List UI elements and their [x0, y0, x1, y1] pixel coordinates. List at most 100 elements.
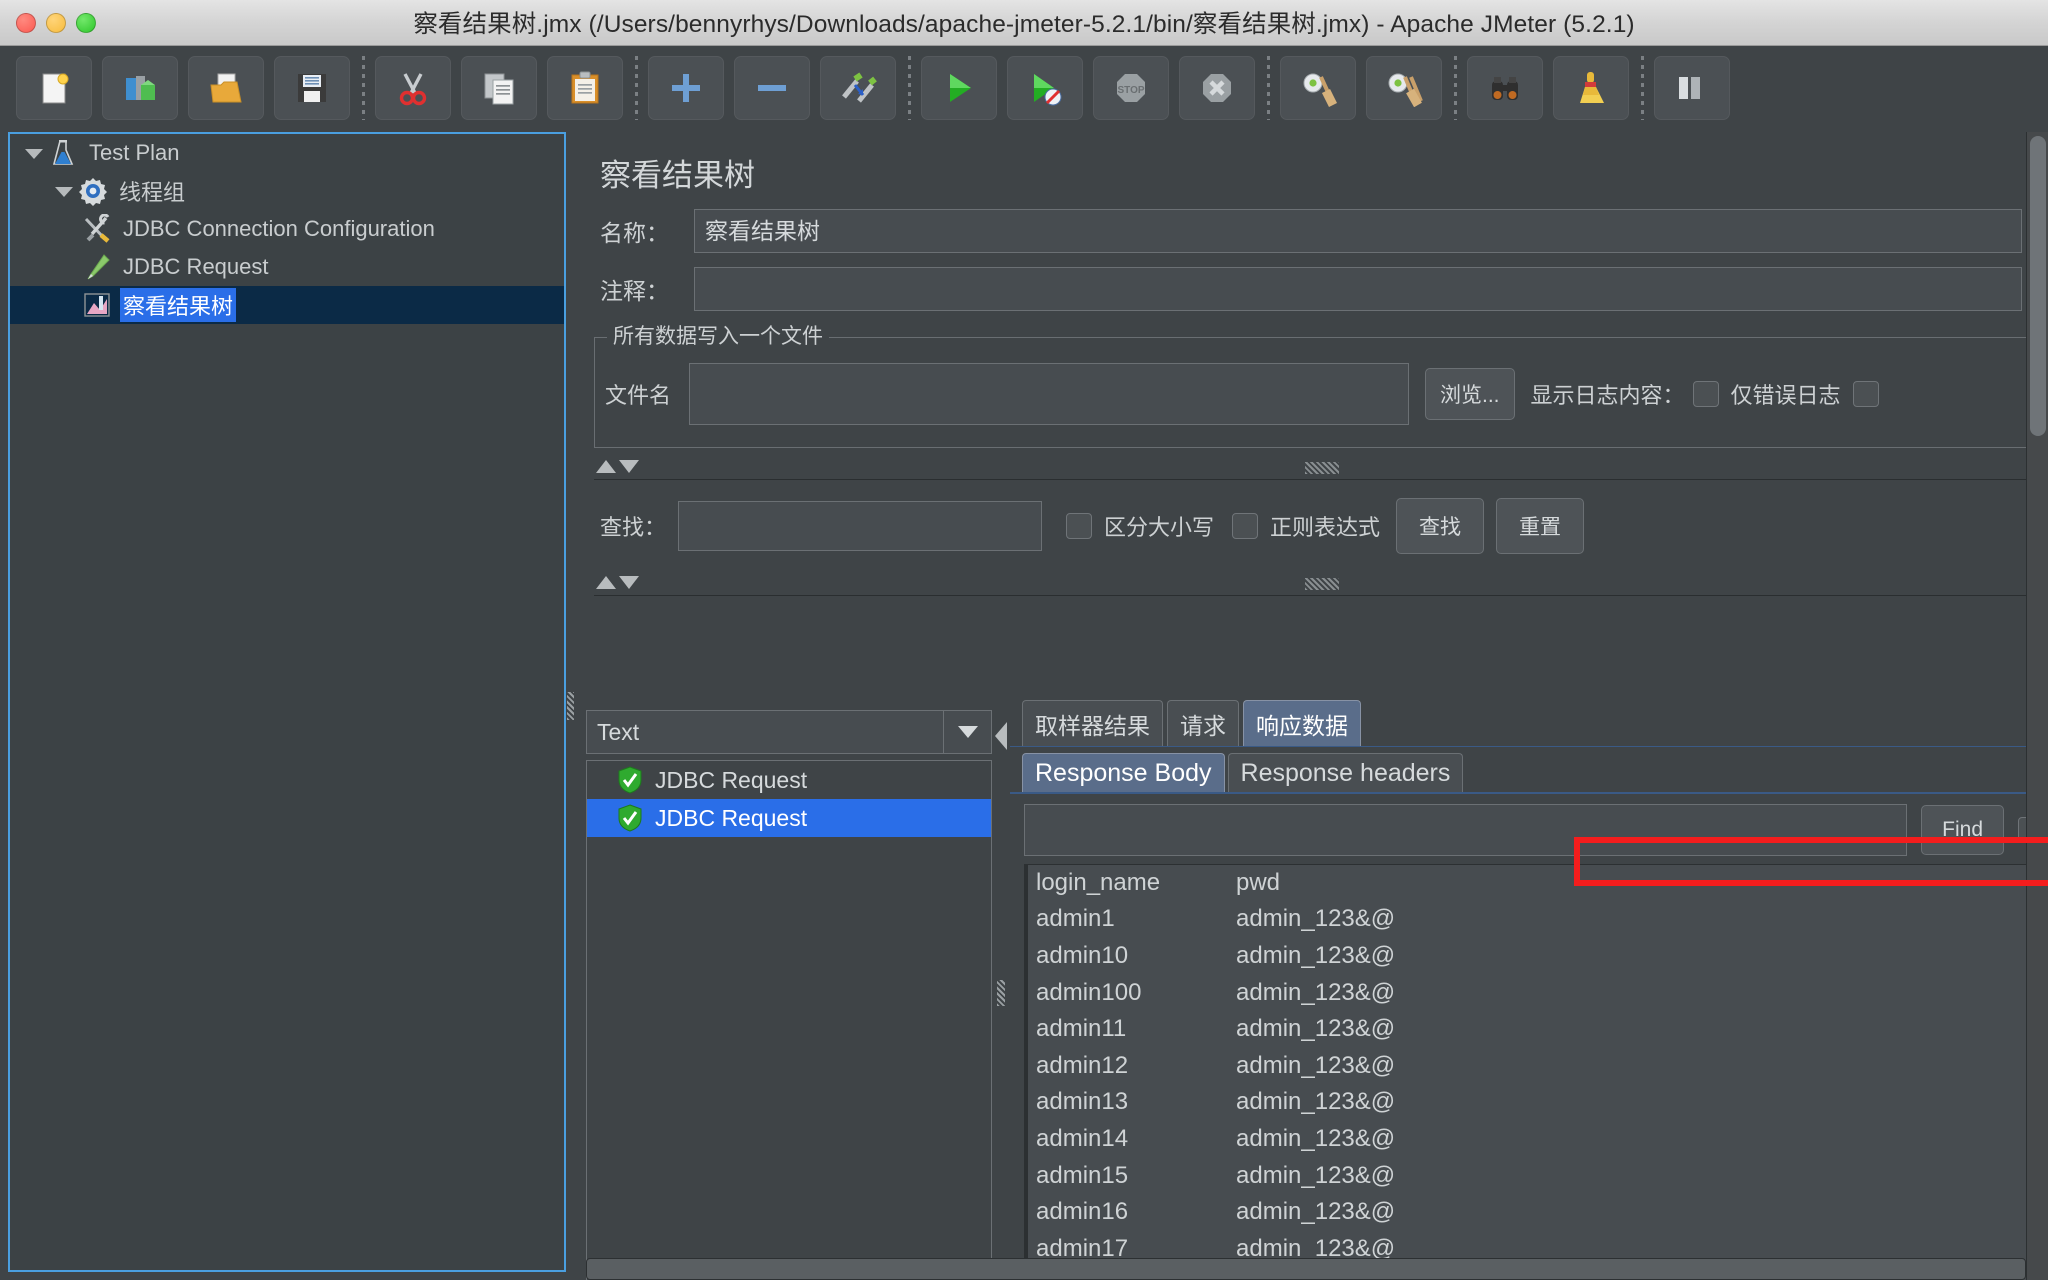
clear-all-icon [1388, 73, 1423, 107]
toggle-button[interactable] [820, 55, 896, 120]
response-find-input[interactable] [1024, 803, 1908, 856]
errors-only-checkbox[interactable] [1852, 381, 1879, 407]
cut-button[interactable] [375, 55, 451, 120]
tab-sampler-result[interactable]: 取样器结果 [1022, 700, 1163, 746]
search-button[interactable] [1467, 55, 1543, 120]
shutdown-button[interactable] [1179, 55, 1255, 120]
maximize-window-button[interactable] [76, 13, 96, 33]
response-horizontal-scrollbar[interactable] [586, 1258, 2026, 1280]
browse-button[interactable]: 浏览... [1425, 368, 1515, 420]
templates-button[interactable] [102, 55, 178, 120]
cell-pwd: admin_123&@ [1236, 1051, 1396, 1079]
case-sensitive-checkbox[interactable] [1066, 513, 1092, 539]
cell-login-name: admin10 [1036, 942, 1129, 970]
svg-text:STOP: STOP [1117, 85, 1144, 96]
paste-button[interactable] [547, 55, 623, 120]
split-collapse-arrows[interactable] [596, 576, 639, 589]
new-button[interactable] [16, 55, 92, 120]
tree-node-test-plan[interactable]: Test Plan [10, 134, 564, 172]
tree-node-thread-group[interactable]: 线程组 [10, 172, 564, 210]
test-plan-tree[interactable]: Test Plan 线程组 JDBC Connection Configurat… [8, 132, 566, 1272]
start-no-pauses-button[interactable] [1007, 55, 1083, 120]
tree-node-jdbc-request[interactable]: JDBC Request [10, 248, 564, 286]
collapse-up-arrow[interactable] [596, 460, 616, 473]
function-helper-button[interactable] [1654, 55, 1730, 120]
sampler-result-list[interactable]: JDBC Request JDBC Request [586, 760, 992, 1280]
minimize-window-button[interactable] [46, 13, 66, 33]
comment-input[interactable] [694, 267, 2022, 311]
response-body-header-row: login_name pwd [1028, 865, 2047, 902]
name-field-row: 名称： 察看结果树 [600, 209, 2048, 253]
copy-button[interactable] [461, 55, 537, 120]
group-legend: 所有数据写入一个文件 [607, 320, 829, 350]
save-icon [298, 73, 326, 102]
scrollbar-thumb[interactable] [2030, 136, 2046, 436]
name-input[interactable]: 察看结果树 [694, 209, 2022, 253]
tree-node-label: JDBC Request [123, 254, 269, 279]
clear-button[interactable] [1280, 55, 1356, 120]
subtab-response-body[interactable]: Response Body [1022, 753, 1225, 793]
panel-vertical-scrollbar[interactable] [2026, 132, 2048, 1280]
play-no-pauses-icon [1034, 73, 1062, 105]
search-reset-button[interactable]: 重置 [1496, 498, 1585, 554]
reset-search-button[interactable] [1553, 55, 1629, 120]
response-find-button[interactable]: Find [1921, 804, 2004, 855]
toolbar-separator [908, 55, 911, 120]
regex-checkbox[interactable] [1232, 513, 1259, 539]
cell-pwd: admin_123&@ [1236, 905, 1396, 933]
collapse-all-button[interactable] [734, 55, 810, 120]
collapse-up-arrow[interactable] [596, 576, 616, 589]
toolbar-separator [1641, 55, 1644, 120]
filename-input[interactable] [689, 363, 1409, 425]
clear-icon [1303, 73, 1337, 107]
response-subtabs[interactable]: Response Body Response headers [1010, 753, 2048, 793]
chevron-down-icon[interactable] [52, 180, 74, 202]
results-split-divider[interactable] [992, 704, 1010, 1280]
subtab-response-headers[interactable]: Response headers [1227, 753, 1464, 793]
comment-label: 注释： [600, 278, 669, 304]
list-item[interactable]: JDBC Request [587, 761, 991, 799]
search-row: 查找： 区分大小写 正则表达式 查找 重置 [600, 498, 2048, 554]
split-bar-lower[interactable] [594, 574, 2048, 596]
split-grip[interactable] [997, 980, 1005, 1006]
split-grip[interactable] [1305, 462, 1339, 474]
save-button[interactable] [274, 55, 350, 120]
tab-response-data[interactable]: 响应数据 [1243, 700, 1361, 746]
split-grip[interactable] [1305, 578, 1339, 590]
start-button[interactable] [921, 55, 997, 120]
result-tabs[interactable]: 取样器结果 请求 响应数据 [1010, 700, 2048, 746]
broom-icon [1580, 71, 1604, 103]
close-window-button[interactable] [16, 13, 36, 33]
collapse-down-arrow[interactable] [619, 576, 639, 589]
search-label: 查找： [600, 515, 667, 540]
listener-icon [84, 293, 110, 317]
cell-login-name: admin16 [1036, 1198, 1129, 1226]
split-bar-upper[interactable] [594, 458, 2048, 480]
cell-pwd: admin_123&@ [1236, 942, 1396, 970]
cell-pwd: admin_123&@ [1236, 1198, 1396, 1226]
results-area: Text JDBC Request JDBC Request 取样器结果 请求 … [586, 700, 2048, 1280]
split-collapse-arrows[interactable] [596, 460, 639, 473]
tab-request[interactable]: 请求 [1167, 700, 1239, 746]
response-body-row: admin12 admin_123&@ [1028, 1048, 2047, 1085]
chevron-down-icon[interactable] [943, 711, 991, 753]
list-item[interactable]: JDBC Request [587, 799, 991, 837]
collapse-down-arrow[interactable] [619, 460, 639, 473]
errors-only-label: 仅错误日志 [1730, 383, 1841, 408]
search-find-button[interactable]: 查找 [1396, 498, 1485, 554]
tree-node-view-results-tree[interactable]: 察看结果树 [10, 286, 564, 324]
expand-all-button[interactable] [648, 55, 724, 120]
successes-only-checkbox[interactable] [1692, 381, 1719, 407]
chevron-down-icon[interactable] [22, 142, 44, 164]
traffic-light-buttons[interactable] [16, 13, 96, 33]
clear-all-button[interactable] [1366, 55, 1442, 120]
stop-button[interactable]: STOP [1093, 55, 1169, 120]
open-button[interactable] [188, 55, 264, 120]
collapse-left-arrow[interactable] [995, 722, 1007, 750]
search-input[interactable] [678, 501, 1042, 551]
response-body-row: admin100 admin_123&@ [1028, 975, 2047, 1012]
response-body-text[interactable]: login_name pwd admin1 admin_123&@ admin10 a… [1024, 863, 2048, 1280]
cell-pwd: admin_123&@ [1236, 1161, 1396, 1189]
tree-node-jdbc-connection-configuration[interactable]: JDBC Connection Configuration [10, 210, 564, 248]
render-format-combo[interactable]: Text [586, 710, 992, 754]
